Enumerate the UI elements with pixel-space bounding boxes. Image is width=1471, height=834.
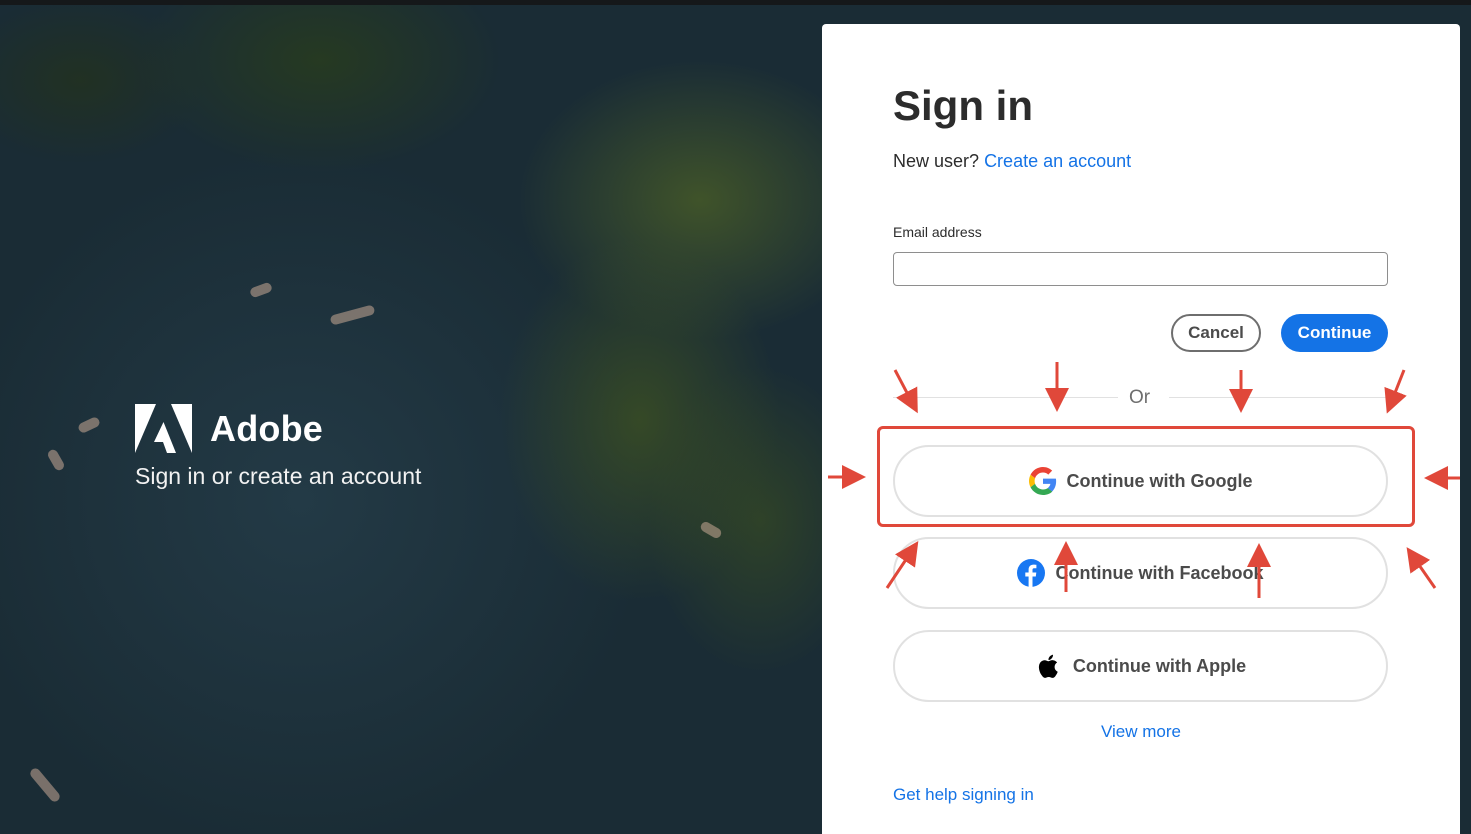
facebook-icon [1017,559,1046,587]
swimmer [329,304,376,326]
cancel-button[interactable]: Cancel [1171,314,1261,352]
or-divider-right [1169,397,1388,398]
new-user-prompt: New user? [893,151,980,171]
adobe-logo-icon [135,404,192,453]
continue-button[interactable]: Continue [1281,314,1388,352]
brand-name: Adobe [210,407,323,449]
email-label: Email address [893,224,982,240]
brand-panel: Adobe Sign in or create an account [135,404,421,490]
brand-row: Adobe [135,404,421,453]
swimmer [76,415,102,435]
create-account-link[interactable]: Create an account [984,151,1131,171]
annotation-highlight-box [877,426,1415,527]
apple-icon [1035,652,1063,680]
continue-with-apple-button[interactable]: Continue with Apple [893,630,1388,702]
swimmer [46,447,66,473]
get-help-link[interactable]: Get help signing in [893,785,1034,805]
swimmer [28,766,62,804]
or-label: Or [1129,387,1151,408]
view-more-link[interactable]: View more [822,722,1460,742]
page-title: Sign in [893,82,1033,129]
facebook-button-label: Continue with Facebook [1055,562,1264,583]
or-divider-left [893,397,1118,398]
top-edge [0,0,1471,5]
new-user-row: New user? Create an account [893,151,1131,172]
apple-button-label: Continue with Apple [1072,655,1247,676]
email-field[interactable] [893,252,1388,286]
swimmer [248,281,274,299]
brand-tagline: Sign in or create an account [135,463,422,489]
swimmer [698,520,724,540]
continue-with-facebook-button[interactable]: Continue with Facebook [893,537,1388,609]
